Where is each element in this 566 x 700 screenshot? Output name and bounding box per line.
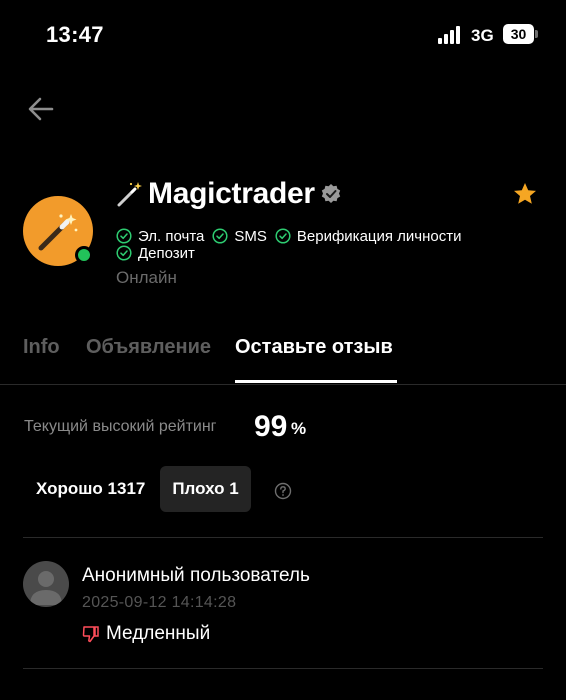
back-arrow-icon[interactable] [24,92,58,126]
magic-wand-icon [117,182,142,207]
divider [23,537,543,538]
verification-label: Верификация личности [296,227,462,245]
verification-list-2: Депозит [116,243,203,263]
review-verdict-text: Медленный [106,623,211,644]
status-time: 13:47 [46,22,104,47]
verification-label: Эл. почта [138,227,205,245]
username: Magictrader [148,177,315,210]
network-label: 3G [471,26,494,45]
favorite-star-icon[interactable] [512,181,538,207]
verified-badge-icon [321,184,340,203]
rating-label: Текущий высокий рейтинг [24,418,217,435]
thumb-down-icon [82,626,99,643]
verification-deposit: Депозит [116,245,195,262]
review-date: 2025-09-12 14:14:28 [82,594,237,611]
active-tab-indicator [235,380,397,383]
divider [0,384,566,385]
check-circle-icon [116,245,132,261]
online-indicator [75,246,93,264]
user-silhouette-icon [30,571,62,605]
divider [23,668,543,669]
check-circle-icon [116,228,132,244]
tab-info[interactable]: Info [23,336,60,359]
battery-tip [535,30,538,38]
check-circle-icon [212,228,228,244]
help-icon[interactable] [274,482,292,500]
tab-ads[interactable]: Объявление [86,336,211,359]
review-verdict: Медленный [82,623,210,645]
battery-level: 30 [503,24,534,44]
reviewer-avatar [23,561,69,607]
verification-identity: Верификация личности [275,228,462,245]
rating-value: 99 [254,410,288,443]
magic-wand-icon [38,214,78,251]
verification-label: SMS [234,227,267,245]
signal-icon [438,26,460,44]
tab-bar: Info Объявление Оставьте отзыв [0,330,566,384]
profile-name-row: Magictrader [116,176,342,212]
filter-bad-button[interactable]: Плохо 1 [160,466,251,512]
verification-sms: SMS [212,228,267,245]
filter-good-button[interactable]: Хорошо 1317 [24,466,157,512]
battery-icon: 30 [503,24,538,44]
verification-label: Депозит [138,244,195,262]
check-circle-icon [275,228,291,244]
rating-unit: % [291,419,307,438]
verification-email: Эл. почта [116,228,204,245]
status-bar: 13:47 3G 30 [0,0,566,72]
online-status-text: Онлайн [116,268,177,287]
tab-leave-review[interactable]: Оставьте отзыв [235,336,393,359]
review-author: Анонимный пользователь [82,565,310,586]
